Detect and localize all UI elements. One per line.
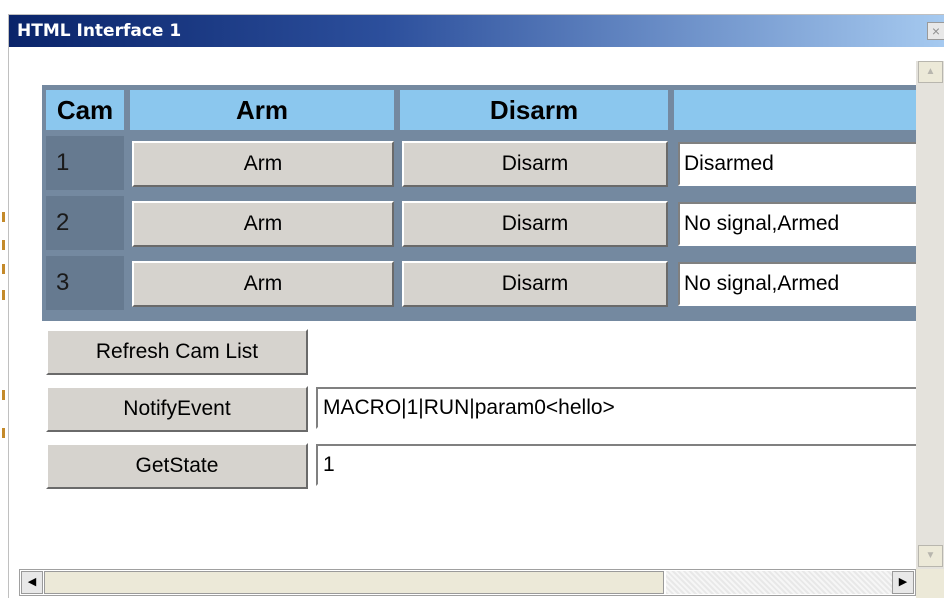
table-row-cam-number: 1 — [46, 136, 124, 190]
cam-status-field[interactable]: No signal,Armed — [678, 202, 923, 246]
disarm-button[interactable]: Disarm — [402, 141, 668, 187]
title-bar[interactable]: HTML Interface 1 × — [9, 15, 944, 47]
window-content: Cam Arm Disarm 1 Arm Disarm Disarmed 2 A… — [9, 47, 944, 598]
window-title: HTML Interface 1 — [17, 21, 182, 41]
arm-button[interactable]: Arm — [132, 141, 394, 187]
arm-button[interactable]: Arm — [132, 201, 394, 247]
cam-status-field[interactable]: No signal,Armed — [678, 262, 923, 306]
header-cam: Cam — [46, 90, 124, 130]
horizontal-scroll-track[interactable] — [666, 571, 892, 594]
refresh-cam-list-button[interactable]: Refresh Cam List — [46, 329, 308, 375]
vertical-scrollbar[interactable]: ▲ ▼ — [916, 61, 944, 569]
get-state-input[interactable]: 1 — [316, 444, 916, 486]
disarm-button[interactable]: Disarm — [402, 261, 668, 307]
cam-status-field[interactable]: Disarmed — [678, 142, 923, 186]
table-row-cam-number: 3 — [46, 256, 124, 310]
scroll-left-icon[interactable]: ◀ — [21, 571, 43, 594]
header-arm: Arm — [130, 90, 394, 130]
scroll-down-icon[interactable]: ▼ — [918, 545, 943, 567]
close-icon[interactable]: × — [927, 22, 944, 40]
scroll-right-icon[interactable]: ▶ — [892, 571, 914, 594]
html-interface-window: HTML Interface 1 × Cam Arm Disarm 1 Arm … — [8, 14, 944, 598]
horizontal-scrollbar[interactable]: ◀ ▶ — [19, 569, 916, 596]
cam-table: Cam Arm Disarm 1 Arm Disarm Disarmed 2 A… — [42, 85, 923, 321]
scrollbar-corner — [916, 569, 944, 598]
horizontal-scroll-thumb[interactable] — [44, 571, 664, 594]
scroll-up-icon[interactable]: ▲ — [918, 61, 943, 83]
arm-button[interactable]: Arm — [132, 261, 394, 307]
disarm-button[interactable]: Disarm — [402, 201, 668, 247]
header-disarm: Disarm — [400, 90, 668, 130]
header-status — [674, 90, 916, 130]
table-row-cam-number: 2 — [46, 196, 124, 250]
get-state-button[interactable]: GetState — [46, 443, 308, 489]
notify-event-button[interactable]: NotifyEvent — [46, 386, 308, 432]
notify-event-input[interactable]: MACRO|1|RUN|param0<hello> — [316, 387, 916, 429]
background-window-edge — [0, 0, 8, 597]
